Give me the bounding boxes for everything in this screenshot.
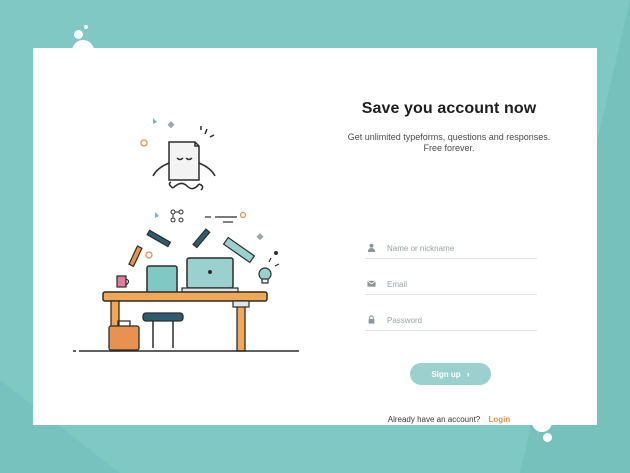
login-prompt-text: Already have an account? bbox=[387, 415, 481, 424]
password-input[interactable] bbox=[387, 313, 535, 327]
lock-icon bbox=[368, 315, 375, 324]
page-title: Save you account now bbox=[361, 100, 537, 117]
chevron-right-icon: › bbox=[466, 369, 470, 379]
decor-dot bbox=[543, 433, 552, 442]
login-prompt: Already have an account? Login bbox=[333, 415, 565, 424]
email-input[interactable] bbox=[387, 277, 535, 291]
subtitle-line: Get unlimited typeforms, questions and r… bbox=[347, 132, 551, 142]
subtitle: Get unlimited typeforms, questions and r… bbox=[333, 132, 565, 154]
desk-top bbox=[102, 291, 268, 302]
subtitle-line: Free forever. bbox=[423, 143, 475, 153]
mail-icon bbox=[367, 280, 376, 287]
paper-character bbox=[152, 126, 216, 191]
lightbulb bbox=[258, 257, 280, 284]
workspace-illustration bbox=[73, 118, 299, 352]
mug bbox=[116, 275, 130, 288]
confetti bbox=[153, 118, 157, 124]
email-field[interactable] bbox=[365, 277, 537, 295]
node-grid bbox=[170, 209, 184, 223]
chair-seat bbox=[142, 312, 184, 322]
signup-card: Save you account now Get unlimited typef… bbox=[33, 48, 597, 425]
password-field[interactable] bbox=[365, 313, 537, 331]
sign-up-button[interactable]: Sign up › bbox=[410, 363, 491, 385]
laptop bbox=[181, 257, 239, 293]
login-link[interactable]: Login bbox=[488, 415, 510, 424]
signup-form: Save you account now Get unlimited typef… bbox=[333, 100, 565, 424]
name-field[interactable] bbox=[365, 241, 537, 259]
briefcase bbox=[108, 320, 140, 351]
user-icon bbox=[367, 243, 376, 252]
sign-up-label: Sign up bbox=[431, 369, 461, 379]
name-input[interactable] bbox=[387, 241, 535, 255]
decor-dot bbox=[84, 25, 88, 29]
decor-dot bbox=[74, 30, 83, 39]
